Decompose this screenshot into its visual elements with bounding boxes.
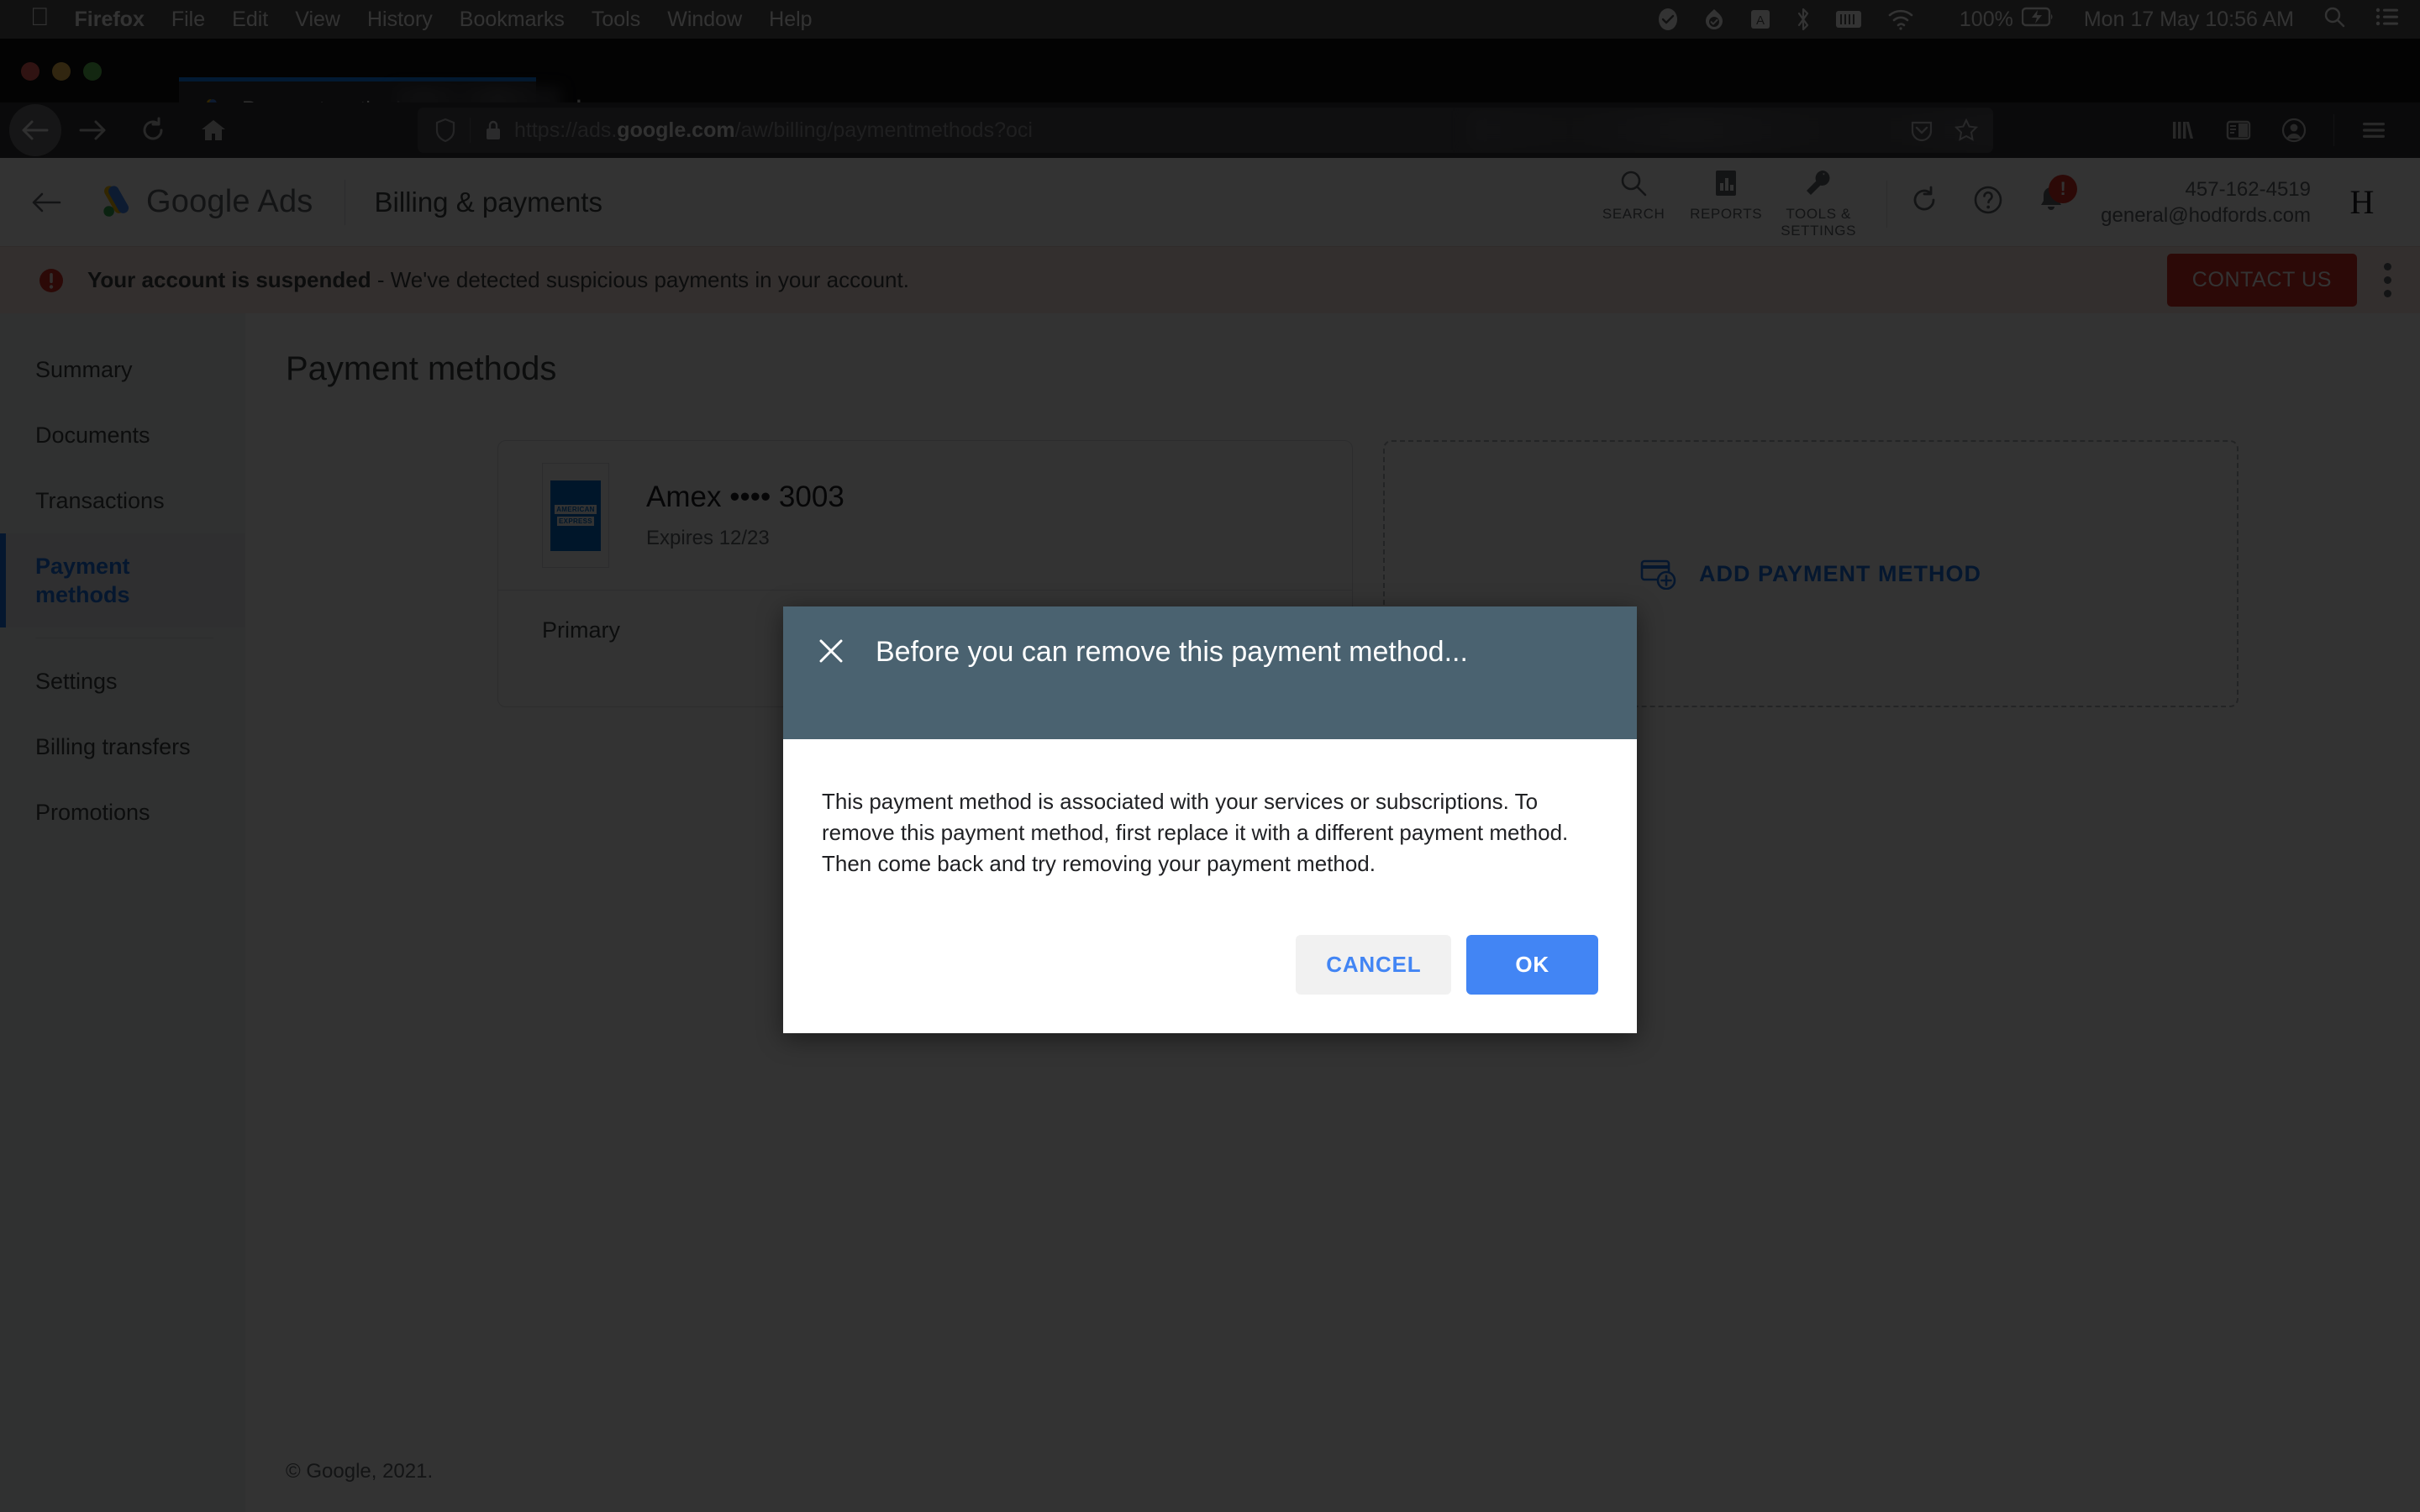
cancel-button[interactable]: CANCEL bbox=[1296, 935, 1452, 995]
remove-payment-method-dialog: Before you can remove this payment metho… bbox=[783, 606, 1637, 1033]
dialog-actions: CANCEL OK bbox=[783, 879, 1637, 1033]
dialog-header: Before you can remove this payment metho… bbox=[783, 606, 1637, 739]
ok-button[interactable]: OK bbox=[1466, 935, 1598, 995]
close-x-icon[interactable] bbox=[812, 637, 850, 665]
dialog-message: This payment method is associated with y… bbox=[822, 789, 1569, 876]
dialog-body: This payment method is associated with y… bbox=[783, 739, 1637, 879]
screen:  Firefox File Edit View History Bookmar… bbox=[0, 0, 2420, 1512]
dialog-title: Before you can remove this payment metho… bbox=[876, 636, 1468, 668]
